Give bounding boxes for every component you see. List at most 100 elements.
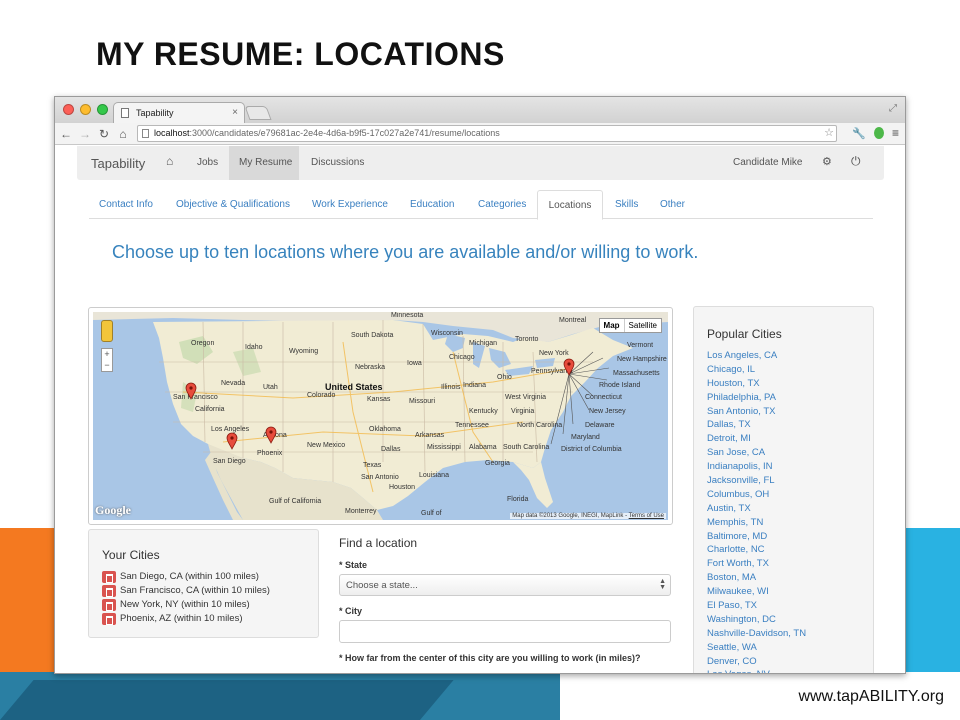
your-cities-panel: Your Cities San Diego, CA (within 100 mi… — [88, 529, 319, 638]
popular-city-link[interactable]: Las Vegas, NV — [707, 668, 873, 673]
popular-city-link[interactable]: Chicago, IL — [707, 363, 873, 377]
popular-city-link[interactable]: San Jose, CA — [707, 446, 873, 460]
zoom-in-button[interactable]: + — [102, 349, 112, 360]
map-label: Toronto — [515, 336, 539, 343]
brand-link[interactable]: Tapability — [91, 156, 145, 171]
map-label: Colorado — [307, 392, 336, 399]
state-select[interactable]: Choose a state... ▲ ▼ — [339, 574, 671, 596]
remove-city-icon[interactable] — [102, 571, 116, 583]
popular-city-link[interactable]: Columbus, OH — [707, 488, 873, 502]
map-label: Monterrey — [345, 508, 377, 515]
map-frame: + − Map Satellite United States Minnesot… — [88, 307, 673, 525]
city-input[interactable] — [339, 620, 671, 643]
wrench-icon[interactable]: 🔧 — [852, 127, 866, 140]
popular-cities-list: Los Angeles, CA Chicago, IL Houston, TX Phi… — [707, 349, 873, 673]
map-label: Ohio — [497, 374, 512, 381]
home-nav-icon[interactable]: ⌂ — [166, 154, 173, 168]
map-label: Mississippi — [427, 444, 461, 451]
popular-city-link[interactable]: Fort Worth, TX — [707, 557, 873, 571]
map-label: Gulf of — [421, 510, 442, 517]
map-label: Wisconsin — [431, 330, 463, 337]
tab-categories[interactable]: Categories — [478, 199, 526, 210]
marker-san-diego-icon[interactable] — [226, 432, 238, 450]
city-label: * City — [339, 606, 363, 616]
gear-icon[interactable]: ⚙ — [822, 155, 832, 168]
forward-icon[interactable]: → — [77, 127, 93, 141]
nav-my-resume[interactable]: My Resume — [239, 157, 292, 168]
popular-city-link[interactable]: Baltimore, MD — [707, 530, 873, 544]
tab-skills[interactable]: Skills — [615, 199, 638, 210]
remove-city-icon[interactable] — [102, 599, 116, 611]
map-type-satellite-button[interactable]: Satellite — [625, 319, 661, 332]
map-label: Maryland — [571, 434, 600, 441]
popular-city-link[interactable]: Dallas, TX — [707, 418, 873, 432]
popular-city-link[interactable]: Austin, TX — [707, 502, 873, 516]
marker-new-york-icon[interactable] — [563, 358, 575, 376]
popular-city-link[interactable]: El Paso, TX — [707, 599, 873, 613]
nav-user[interactable]: Candidate Mike — [733, 157, 802, 168]
popular-city-link[interactable]: Boston, MA — [707, 571, 873, 585]
find-location-form: Find a location * State Choose a state..… — [339, 536, 672, 667]
marker-phoenix-icon[interactable] — [265, 426, 277, 444]
popular-city-link[interactable]: Jacksonville, FL — [707, 474, 873, 488]
map-type-map-button[interactable]: Map — [600, 319, 625, 332]
minimize-window-icon[interactable] — [80, 104, 91, 115]
popular-city-link[interactable]: Memphis, TN — [707, 516, 873, 530]
browser-window: Tapability × ⤢ ← → ↻ ⌂ localhost:3000/ca… — [54, 96, 906, 674]
remove-city-icon[interactable] — [102, 613, 116, 625]
tab-locations[interactable]: Locations — [537, 190, 603, 220]
close-tab-icon[interactable]: × — [232, 107, 238, 118]
fullscreen-icon[interactable]: ⤢ — [889, 103, 897, 114]
browser-tab[interactable]: Tapability × — [113, 102, 245, 123]
bookmark-star-icon[interactable]: ☆ — [822, 126, 836, 139]
google-logo: Google — [95, 503, 131, 517]
back-icon[interactable]: ← — [58, 127, 74, 141]
nav-jobs[interactable]: Jobs — [197, 157, 218, 168]
remove-city-icon[interactable] — [102, 585, 116, 597]
resume-subtabs: Contact Info Objective & Qualifications … — [89, 190, 873, 220]
tab-work-experience[interactable]: Work Experience — [312, 199, 388, 210]
map-label: Alabama — [469, 444, 497, 451]
popular-city-link[interactable]: Philadelphia, PA — [707, 391, 873, 405]
popular-city-link[interactable]: Indianapolis, IN — [707, 460, 873, 474]
popular-city-link[interactable]: Seattle, WA — [707, 641, 873, 655]
nav-discussions[interactable]: Discussions — [311, 157, 364, 168]
reload-icon[interactable]: ↻ — [96, 127, 112, 141]
google-map[interactable]: + − Map Satellite United States Minnesot… — [93, 312, 668, 520]
popular-city-link[interactable]: Washington, DC — [707, 613, 873, 627]
popular-city-link[interactable]: San Antonio, TX — [707, 405, 873, 419]
menu-icon[interactable]: ≡ — [892, 126, 899, 140]
map-label: Virginia — [511, 408, 535, 415]
address-bar[interactable]: localhost:3000/candidates/e79681ac-2e4e-… — [137, 125, 837, 142]
home-icon[interactable]: ⌂ — [115, 127, 131, 141]
zoom-control[interactable]: + − — [101, 348, 113, 372]
new-tab-button[interactable] — [244, 106, 272, 120]
map-label: Delaware — [585, 422, 615, 429]
popular-city-link[interactable]: Los Angeles, CA — [707, 349, 873, 363]
tab-objective-qualifications[interactable]: Objective & Qualifications — [176, 199, 290, 210]
your-city-item: San Diego, CA (within 100 miles) — [102, 570, 318, 584]
tab-education[interactable]: Education — [410, 199, 454, 210]
page-icon — [121, 108, 129, 118]
maximize-window-icon[interactable] — [97, 104, 108, 115]
popular-city-link[interactable]: Denver, CO — [707, 655, 873, 669]
tab-other[interactable]: Other — [660, 199, 685, 210]
map-label: Massachusetts — [613, 370, 660, 377]
street-view-pegman-icon[interactable] — [101, 320, 113, 342]
marker-san-francisco-icon[interactable] — [185, 382, 197, 400]
close-window-icon[interactable] — [63, 104, 74, 115]
zoom-out-button[interactable]: − — [102, 360, 112, 371]
map-label: New York — [539, 350, 569, 357]
popular-city-link[interactable]: Detroit, MI — [707, 432, 873, 446]
power-icon[interactable]: ⏻ — [851, 154, 861, 169]
popular-city-link[interactable]: Charlotte, NC — [707, 543, 873, 557]
slide-title: MY RESUME: LOCATIONS — [96, 36, 505, 72]
popular-city-link[interactable]: Houston, TX — [707, 377, 873, 391]
your-city-label: New York, NY (within 10 miles) — [120, 599, 250, 610]
popular-city-link[interactable]: Milwaukee, WI — [707, 585, 873, 599]
terms-of-use-link[interactable]: Terms of Use — [629, 513, 664, 519]
window-controls — [63, 104, 108, 115]
popular-city-link[interactable]: Nashville-Davidson, TN — [707, 627, 873, 641]
extension-icon[interactable] — [873, 127, 884, 139]
tab-contact-info[interactable]: Contact Info — [99, 199, 153, 210]
